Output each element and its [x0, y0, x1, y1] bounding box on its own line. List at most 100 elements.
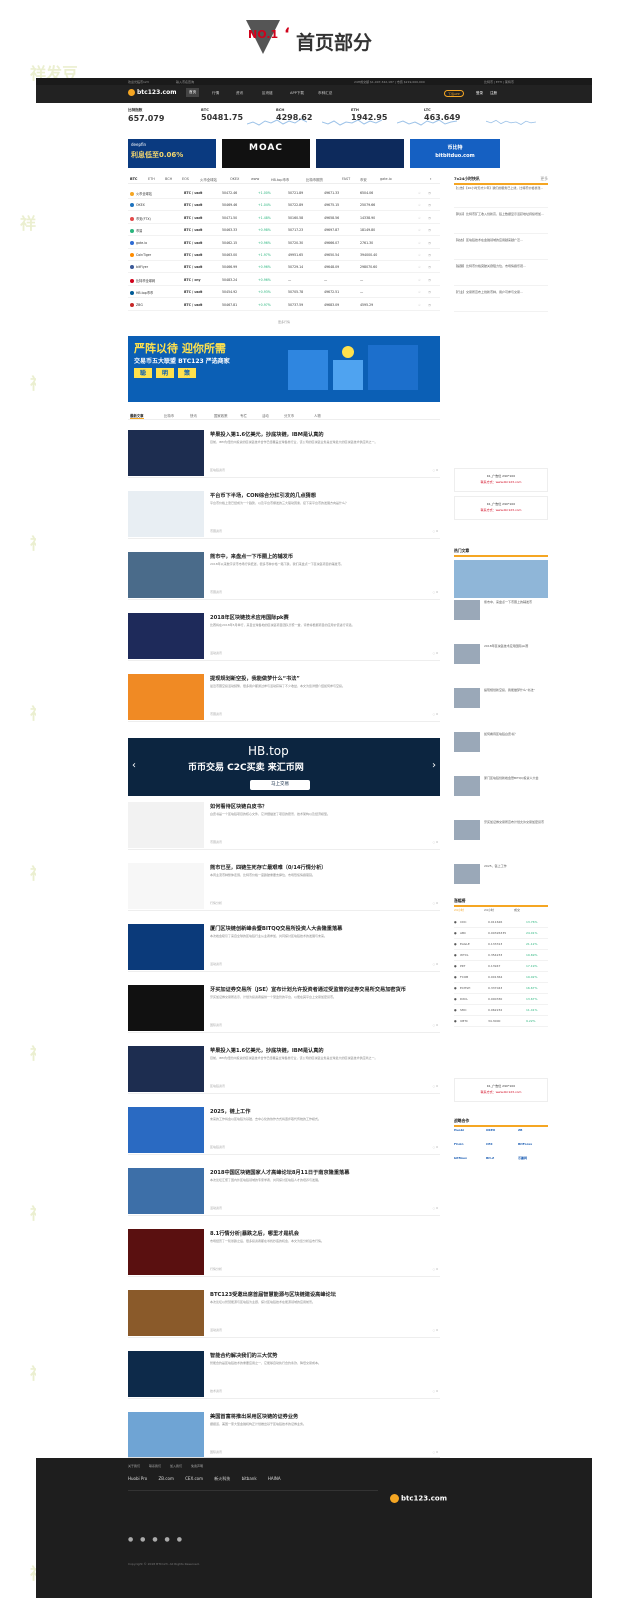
flash-news-item[interactable]: 【公告】【20小时天才少年】我们的服务已上线，比特币价格暴涨... [454, 186, 548, 208]
article-item[interactable]: 苹果投入第1.6亿美元，抄底块链，IBM是认真的 目前，IBM为纽约州投资的区块链… [128, 1042, 440, 1094]
rank-row[interactable]: ● CDC 0.011626 13.76% [454, 918, 548, 928]
tab-hbtop[interactable]: HB.top币币 [271, 177, 289, 182]
sidebar-ad-2[interactable]: K1_广告位 290*100 联系方式：www.btc123.com [454, 496, 548, 520]
article-thumbnail[interactable] [128, 552, 204, 598]
article-item[interactable]: 美国首富将推出采用区块链的证券业务 据报道，美国一家大型金融机构正计划推出基于区块… [128, 1408, 440, 1460]
favorite-star-icon[interactable]: ☆ [418, 216, 421, 220]
article-title[interactable]: 提现规划新空投，我能做梦什么“书法” [210, 675, 438, 682]
article-item[interactable]: 2025，链上工作 未来的工作将会以区块链为基础，去中心化的协作方式将逐步取代传统… [128, 1103, 440, 1155]
tab-eth[interactable]: ETH [148, 177, 155, 181]
footer-logo[interactable]: btc123.com [390, 1494, 447, 1503]
flash-news-item[interactable]: 【提醒】比特币价格突破关键阻力位，市场情绪乐观... [454, 264, 548, 286]
exchange-row[interactable]: CoinTiger BTC / usdt 50463.00 +1.97% 49951.6… [128, 250, 440, 261]
article-thumbnail[interactable] [128, 1351, 204, 1397]
hot-article-item[interactable]: 2025，链上工作 [454, 862, 548, 902]
chart-link-icon[interactable]: ◔ [428, 253, 431, 257]
ticker-ltc[interactable]: LTC 463.649 [424, 108, 536, 132]
hot-article-item[interactable]: 熊市中，来盘点一下币圈上的辅发币 [454, 598, 548, 638]
article-title[interactable]: 苹果投入第1.6亿美元，抄底块链，IBM是认真的 [210, 1047, 438, 1054]
hot-article-cover[interactable] [454, 560, 548, 598]
favorite-star-icon[interactable]: ☆ [418, 265, 421, 269]
feed-tab[interactable]: 专栏 [240, 413, 247, 418]
banner-ad-moac[interactable]: MOAC [222, 139, 310, 168]
partner-logo[interactable]: Bit-Z [486, 1156, 516, 1168]
chart-link-icon[interactable]: ◔ [428, 216, 431, 220]
article-title[interactable]: 厦门区块链创新峰会暨BITQQ交易所投资人大会隆重落幕 [210, 925, 438, 932]
more-link[interactable]: 更多 [540, 176, 548, 182]
footer-partner[interactable]: CEX.com [185, 1476, 203, 1481]
favorite-star-icon[interactable]: ☆ [418, 241, 421, 245]
article-title[interactable]: 苹果投入第1.6亿美元，抄底块链，IBM是认真的 [210, 431, 438, 438]
article-item[interactable]: 2018中国区块链国家人才高峰论坛8月11日于南京隆重落幕 本次论坛汇聚了国内外区… [128, 1164, 440, 1216]
article-title[interactable]: BTC123受邀出席首届智慧能源与区块链建设高峰论坛 [210, 1291, 438, 1298]
flash-news-item[interactable]: 【行业】交易所宣布上线新币种，用户可参与交易... [454, 290, 548, 312]
footer-partner[interactable]: ZB.com [159, 1476, 174, 1481]
article-thumbnail[interactable] [128, 924, 204, 970]
top-links[interactable]: 比特币 | ETH | 莱特币 [484, 80, 514, 84]
telegram-icon[interactable]: ● [165, 1536, 170, 1543]
feed-tab[interactable]: 人物 [314, 413, 321, 418]
article-item[interactable]: 如何看待区块链白皮书？ 白皮书是一个区块链项目的核心文件，它详细描述了项目的愿景、… [128, 798, 440, 850]
article-title[interactable]: 2018中国区块链国家人才高峰论坛8月11日于南京隆重落幕 [210, 1169, 438, 1176]
favorite-star-icon[interactable]: ☆ [418, 253, 421, 257]
rank-tab[interactable]: 24小时 [454, 908, 464, 912]
sidebar-ad-1[interactable]: K1_广告位 290*100 联系方式：www.btc123.com [454, 468, 548, 492]
article-item[interactable]: 熊市中，来盘点一下币圈上的辅发币 2018年以来数字货币市场行情低迷，很多币种价格… [128, 548, 440, 600]
rank-row[interactable]: ● FCOB 0.001364 19.02% [454, 973, 548, 983]
article-title[interactable]: 熊市已至，四链生死存亡最艰难（0/14行情分析） [210, 864, 438, 871]
download-app-button[interactable]: 下载APP [444, 90, 464, 97]
chart-link-icon[interactable]: ◔ [428, 241, 431, 245]
article-thumbnail[interactable] [128, 491, 204, 537]
flash-news-item[interactable]: 【利好】比特币矿工收入创新高，链上数据显示活跃地址持续增加... [454, 212, 548, 234]
chart-link-icon[interactable]: ◔ [428, 290, 431, 294]
partner-logo[interactable]: FCoin [454, 1142, 484, 1154]
footer-partner[interactable]: Huobi Pro [128, 1476, 147, 1481]
exchange-row[interactable]: OKEX BTC / usdt 50469.46 +1.04% 50722.89 4967… [128, 200, 440, 212]
partner-logo[interactable]: BitForex [518, 1142, 548, 1154]
favorite-star-icon[interactable]: ☆ [418, 290, 421, 294]
chart-link-icon[interactable]: ◔ [428, 203, 431, 207]
partner-logo[interactable]: Huobi [454, 1128, 484, 1140]
chart-link-icon[interactable]: ◔ [428, 191, 431, 195]
footer-link-about[interactable]: 关于我们 [128, 1464, 140, 1468]
hbtop-banner[interactable]: HB.top 币币交易 C2C买卖 来汇币网 马上交易 ‹ › [128, 738, 440, 796]
exchange-row[interactable]: HB.top币币 BTC / usdt 50454.92 +0.93% 50705.78… [128, 287, 440, 299]
flash-news-item[interactable]: 【动态】区块链技术在金融领域的应用越来越广泛... [454, 238, 548, 260]
hot-article-item[interactable]: 厦门区块链创新峰会暨BITQQ投资人大会 [454, 774, 548, 814]
twitter-icon[interactable]: ● [177, 1536, 182, 1543]
article-thumbnail[interactable] [128, 985, 204, 1031]
wechat-icon[interactable]: ● [140, 1536, 145, 1543]
carousel-prev-icon[interactable]: ‹ [132, 760, 136, 771]
article-title[interactable]: 平台币下半场，CON综合分红引发的几点猜想 [210, 492, 438, 499]
article-item[interactable]: 熊市已至，四链生死存亡最艰难（0/14行情分析） 本周主流币种整体走弱，比特币价格… [128, 859, 440, 911]
chart-link-icon[interactable]: ◔ [428, 303, 431, 307]
feed-tab[interactable]: 快讯 [190, 413, 197, 418]
banner-ad-deepfin[interactable]: deepfin 利息低至0.06% [128, 139, 216, 168]
feed-tab[interactable]: 国家政策 [214, 413, 228, 418]
nav-item-blockchain[interactable]: 区块链 [262, 91, 273, 96]
rank-row[interactable]: ● DXCL 0.000330 13.67% [454, 995, 548, 1005]
article-item[interactable]: 苹果投入第1.6亿美元，抄底块链，IBM是认真的 目前，IBM为纽约州投资的区块链… [128, 426, 440, 478]
hot-article-item[interactable]: 如何看待区块链白皮书？ [454, 730, 548, 770]
hot-article-item[interactable]: 2018年区块链技术应用国际pk赛 [454, 642, 548, 682]
chart-link-icon[interactable]: ◔ [428, 278, 431, 282]
tab-bch[interactable]: BCH [165, 177, 172, 181]
footer-link-join[interactable]: 加入我们 [170, 1464, 182, 1468]
footer-partner[interactable]: HAINA [268, 1476, 281, 1481]
exchange-row[interactable]: 火币全球站 BTC / usdt 50472.46 +1.00% 50721.89 496… [128, 188, 440, 199]
feed-tab[interactable]: 比特币 [164, 413, 174, 418]
nav-item-market[interactable]: 行情 [212, 91, 219, 96]
article-item[interactable]: BTC123受邀出席首届智慧能源与区块链建设高峰论坛 本次论坛以智慧能源与区块链为… [128, 1286, 440, 1338]
favorite-star-icon[interactable]: ☆ [418, 278, 421, 282]
chart-link-icon[interactable]: ◔ [428, 228, 431, 232]
article-thumbnail[interactable] [128, 1107, 204, 1153]
exchange-row[interactable]: gate.io BTC / usdt 50462.15 +0.96% 50720.30 4… [128, 238, 440, 249]
favorite-star-icon[interactable]: ☆ [418, 203, 421, 207]
feed-tab[interactable]: 分叉币 [284, 413, 294, 418]
footer-partner[interactable]: 新火科技 [214, 1476, 230, 1481]
rank-row[interactable]: ● EAGLE 0.133313 21.12% [454, 940, 548, 950]
search-hint[interactable]: 输入币名查询 [176, 80, 194, 84]
banner-ad-3[interactable] [316, 139, 404, 168]
article-thumbnail[interactable] [128, 1412, 204, 1458]
hot-article-item[interactable]: 提现规划新空投，我能做梦什么“书法” [454, 686, 548, 726]
